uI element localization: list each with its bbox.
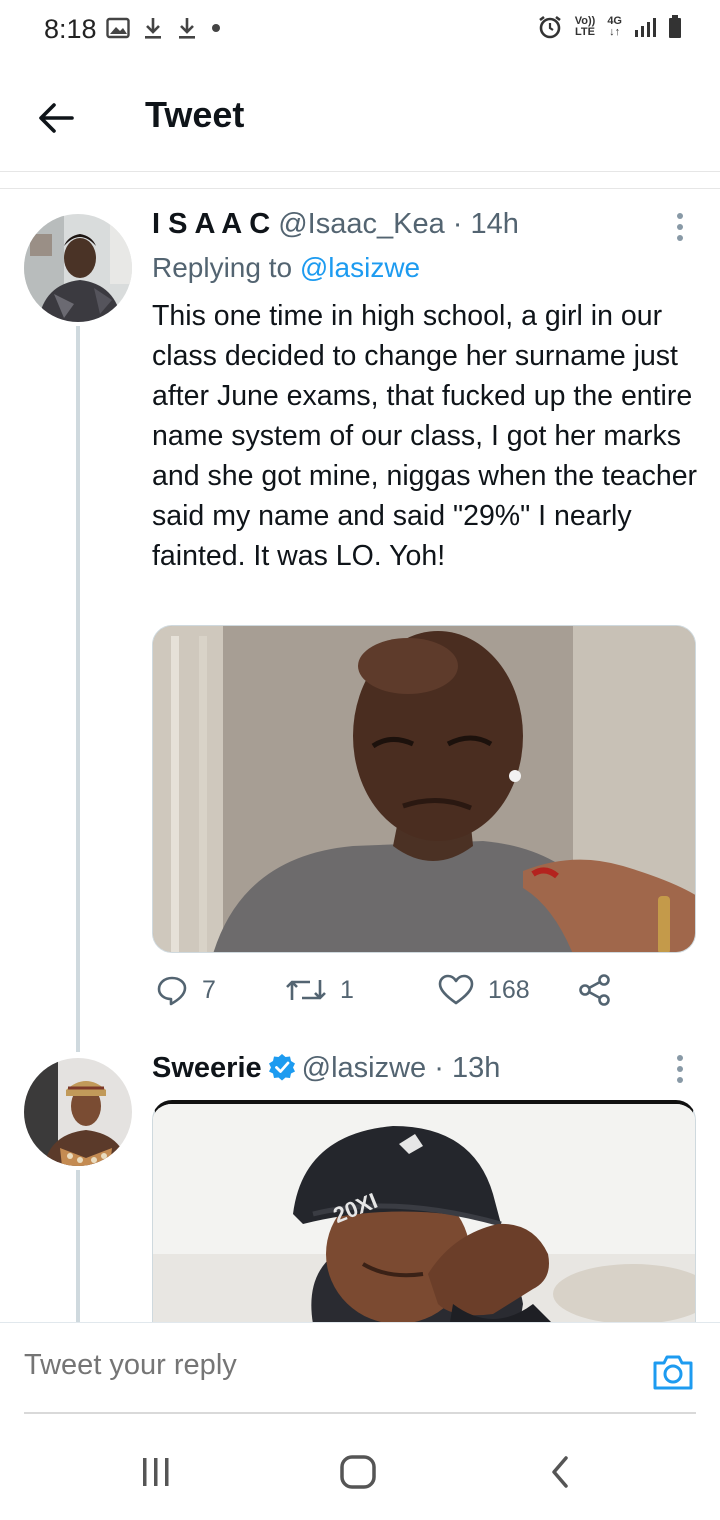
tweet-header: I S A A C @Isaac_Kea · 14h [152,208,519,241]
tweet-actions: 7 1 168 [152,974,672,1014]
back-nav-icon[interactable] [546,1452,574,1492]
reply-composer [0,1322,720,1414]
signal-icon [635,18,656,37]
replying-to: Replying to @lasizwe [152,252,421,283]
tweet-image[interactable]: 20XI [152,1100,696,1360]
download-icon [179,18,195,39]
tweet-text: This one time in high school, a girl in … [152,300,698,572]
divider [0,188,720,189]
share-icon [579,974,610,1006]
verified-badge-icon [268,1054,295,1081]
like-button[interactable]: 168 [438,974,530,1006]
share-button[interactable] [578,974,612,1006]
image-icon [106,17,130,39]
retweet-icon [286,980,326,1000]
dot-icon [212,24,220,32]
reply-icon [157,976,187,1006]
top-app-bar: Tweet [0,62,720,172]
home-icon[interactable] [338,1452,378,1492]
status-time: 8:18 [44,14,97,44]
alarm-icon [538,15,561,39]
page-title: Tweet [145,94,245,135]
data-arrows-icon: ↓↑ [609,26,621,38]
tweet-time: · 13h [434,1052,501,1084]
camera-icon[interactable] [652,1353,694,1391]
divider [24,1412,696,1414]
user-handle[interactable]: @lasizwe [302,1052,427,1084]
arrow-left-icon[interactable] [34,96,78,140]
status-bar: 8:18 Vo)) LTE 4G ↓↑ [0,0,720,62]
notification-icons [106,16,222,40]
tweet-image[interactable] [152,625,696,953]
display-name[interactable]: I S A A C [152,208,270,240]
heart-icon [438,974,474,1005]
replying-to-link[interactable]: @lasizwe [300,252,420,283]
display-name[interactable]: Sweerie [152,1052,262,1084]
thread-connector [76,326,80,1052]
download-icon [145,18,161,39]
thread-connector [76,1170,80,1322]
system-icons: Vo)) LTE 4G ↓↑ [537,14,682,40]
reply-input[interactable] [24,1349,584,1382]
more-options-icon[interactable] [670,1054,690,1084]
network-indicator: 4G ↓↑ [607,15,622,38]
system-nav-bar [0,1424,720,1520]
reply-count: 7 [202,975,216,1004]
recent-apps-icon[interactable] [140,1452,172,1492]
tweet-header: Sweerie @lasizwe · 13h [152,1052,500,1085]
like-count: 168 [488,975,530,1004]
volte-indicator: Vo)) LTE [574,15,596,38]
more-options-icon[interactable] [670,212,690,242]
user-handle[interactable]: @Isaac_Kea [278,208,444,240]
avatar[interactable] [24,214,132,322]
retweet-button[interactable]: 1 [286,974,354,1006]
tweet-time: · 14h [452,208,519,240]
battery-icon [669,15,681,38]
reply-button[interactable]: 7 [156,974,216,1006]
avatar[interactable] [24,1058,132,1166]
retweet-count: 1 [340,975,354,1004]
